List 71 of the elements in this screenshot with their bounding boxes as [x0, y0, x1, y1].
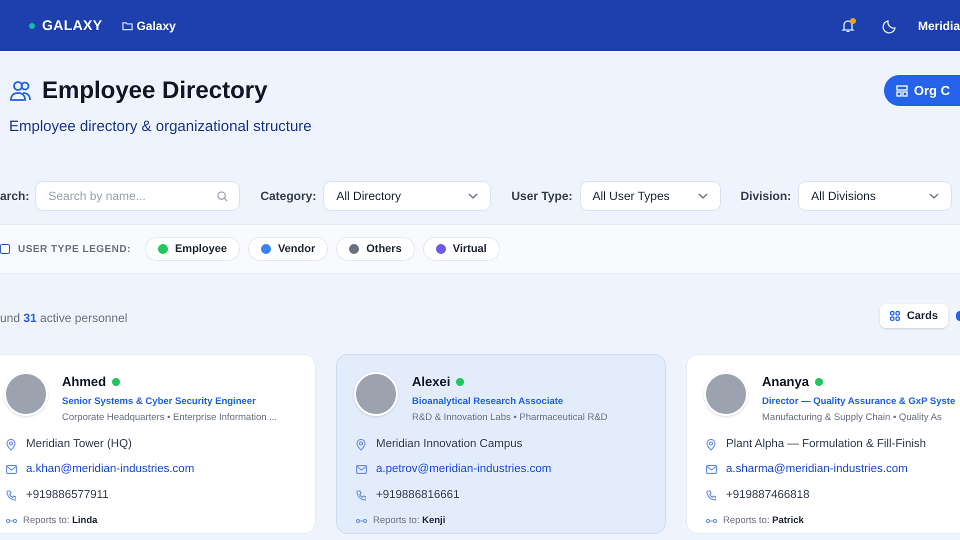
employee-name: Ananya	[762, 373, 809, 391]
legend-checkbox[interactable]	[0, 244, 10, 254]
filter-label: User Type:	[511, 188, 572, 204]
filter-label: Category:	[260, 188, 316, 204]
phone-icon	[6, 490, 16, 501]
job-title: Bioanalytical Research Associate	[412, 394, 564, 408]
avatar-placeholder	[354, 372, 398, 416]
location-pin-icon	[6, 438, 16, 451]
employee-card[interactable]: Alexei Bioanalytical Research Associate R&D & Innovation Labs • Pharmaceutical R&D Meridian Innovation Campus a.petrov@meridian-industries.com +919886816661 Reports to: Kenji	[336, 354, 666, 534]
cards-view-tab[interactable]: Cards	[880, 304, 948, 328]
moon-icon[interactable]	[882, 18, 898, 34]
search-icon	[217, 190, 228, 202]
legend-chip: Vendor	[248, 237, 328, 261]
phone-number: +919887466818	[726, 488, 810, 502]
breadcrumb-link[interactable]: Galaxy	[136, 16, 176, 34]
department: R&D & Innovation Labs • Pharmaceutical R&D	[412, 410, 608, 425]
grid-icon	[890, 311, 900, 321]
filter-dropdown[interactable]: All User Types	[580, 180, 720, 210]
employee-name: Ahmed	[62, 373, 106, 391]
mail-icon	[706, 465, 717, 474]
legend-label: USER TYPE LEGEND:	[18, 242, 131, 256]
employee-card[interactable]: Ananya Director — Quality Assurance & GxP Syste Manufacturing & Supply Chain • Quality As Plant Alpha — Formulation & Fill-Finish a.sharma@meridian-industries.com +919887466818 Reports to: Patrick	[686, 354, 960, 534]
search-field[interactable]: Search by name...	[35, 180, 240, 210]
employee-card[interactable]: Ahmed Senior Systems & Cyber Security Engineer Corporate Headquarters • Enterprise Information ... Meridian Tower (HQ) a.khan@meridian-industries.com +919886577911 Reports to: Linda	[0, 354, 316, 534]
department: Manufacturing & Supply Chain • Quality As	[762, 410, 943, 425]
email-link[interactable]: a.petrov@meridian-industries.com	[376, 461, 552, 478]
notification-bell-icon[interactable]	[840, 18, 856, 34]
job-title: Director — Quality Assurance & GxP Syste	[762, 394, 956, 408]
avatar-placeholder	[704, 372, 748, 416]
reports-to-text: Reports to: Linda	[23, 514, 98, 528]
brand-logo[interactable]: GALAXY	[42, 15, 102, 36]
employee-name: Alexei	[412, 373, 450, 391]
office-location: Plant Alpha — Formulation & Fill-Finish	[726, 437, 926, 452]
search-label: arch:	[0, 188, 30, 204]
reports-to-text: Reports to: Kenji	[373, 514, 446, 528]
job-title: Senior Systems & Cyber Security Engineer	[62, 394, 257, 408]
filter-dropdown[interactable]: All Divisions	[798, 180, 952, 210]
department: Corporate Headquarters • Enterprise Information ...	[62, 410, 278, 425]
location-pin-icon	[706, 438, 716, 451]
people-icon	[9, 80, 33, 102]
filter-label: Division:	[740, 188, 792, 204]
hierarchy-icon	[6, 518, 17, 524]
page-title: Employee Directory	[42, 76, 268, 106]
avatar-placeholder	[4, 372, 48, 416]
office-location: Meridian Tower (HQ)	[26, 437, 132, 452]
mail-icon	[356, 465, 367, 474]
legend-chip: Employee	[144, 237, 240, 261]
folder-icon	[122, 20, 134, 30]
mail-icon	[6, 465, 17, 474]
phone-number: +919886816661	[376, 488, 460, 502]
chevron-down-icon	[929, 192, 940, 198]
chevron-down-icon	[698, 192, 708, 198]
hierarchy-icon	[706, 518, 717, 524]
layout-icon	[896, 84, 908, 96]
chevron-down-icon	[468, 192, 478, 198]
user-name[interactable]: Meridia	[918, 16, 960, 34]
phone-icon	[356, 490, 366, 501]
phone-icon	[706, 490, 716, 501]
org-chart-button[interactable]: Org C	[884, 75, 960, 106]
legend-chip: Others	[336, 237, 415, 261]
result-count: und 31 active personnel	[0, 310, 128, 327]
hierarchy-icon	[356, 518, 367, 524]
legend-chip: Virtual	[422, 237, 500, 261]
reports-to-text: Reports to: Patrick	[723, 514, 804, 528]
office-location: Meridian Innovation Campus	[376, 437, 522, 452]
location-pin-icon	[356, 438, 366, 451]
page-subtitle: Employee directory & organizational structure	[9, 117, 313, 137]
phone-number: +919886577911	[26, 488, 109, 502]
filter-dropdown[interactable]: All Directory	[323, 180, 492, 210]
email-link[interactable]: a.khan@meridian-industries.com	[26, 461, 194, 478]
email-link[interactable]: a.sharma@meridian-industries.com	[726, 461, 908, 478]
